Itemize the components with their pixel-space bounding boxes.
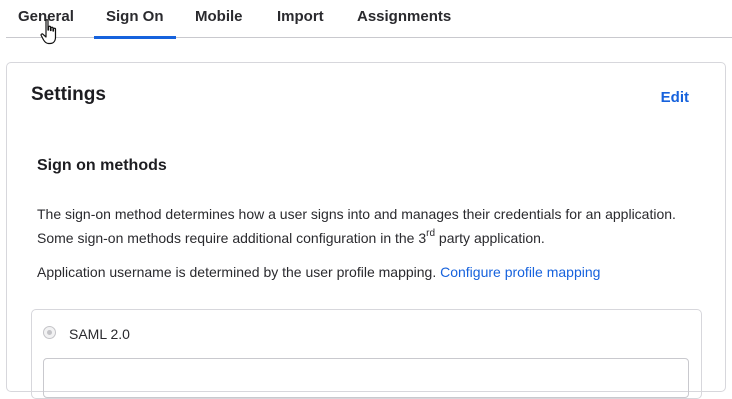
tab-assignments[interactable]: Assignments — [357, 8, 451, 38]
profile-mapping-text: Application username is determined by th… — [37, 264, 437, 280]
tab-bar: General Sign On Mobile Import Assignment… — [6, 0, 732, 39]
settings-panel: Settings Edit Sign on methods The sign-o… — [6, 62, 726, 399]
page-title: Settings — [31, 84, 106, 105]
tab-import[interactable]: Import — [277, 8, 324, 38]
hand-pointer-icon — [40, 19, 57, 45]
description-text: The sign-on method determines how a user… — [37, 206, 676, 246]
description-text-end: party application. — [435, 230, 545, 246]
tab-mobile[interactable]: Mobile — [195, 8, 243, 38]
description-superscript: rd — [426, 228, 436, 239]
saml-details-box — [43, 358, 689, 398]
sign-on-methods-title: Sign on methods — [37, 157, 167, 174]
profile-mapping-line: Application username is determined by th… — [37, 262, 600, 282]
configure-profile-mapping-link[interactable]: Configure profile mapping — [440, 264, 600, 280]
saml-radio[interactable] — [43, 326, 56, 339]
edit-button[interactable]: Edit — [661, 89, 689, 106]
tab-sign-on[interactable]: Sign On — [94, 8, 175, 39]
saml-label: SAML 2.0 — [69, 326, 130, 342]
method-option-saml: SAML 2.0 — [31, 309, 702, 399]
sign-on-description: The sign-on method determines how a user… — [37, 202, 677, 250]
